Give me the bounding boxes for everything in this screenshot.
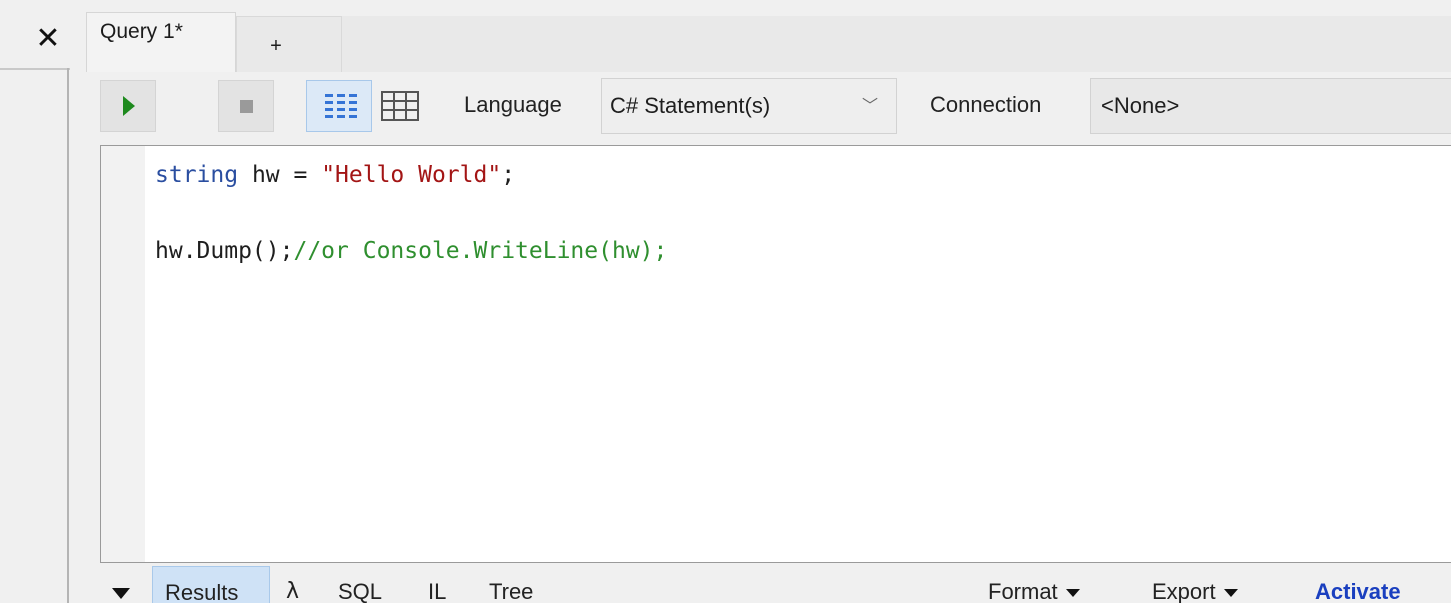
connection-value: <None>	[1101, 93, 1180, 118]
language-value: C# Statement(s)	[610, 93, 771, 118]
connection-dropdown[interactable]: <None>	[1090, 78, 1451, 134]
query-tab-strip: Query 1* +	[86, 12, 1451, 72]
tab-il[interactable]: IL	[428, 566, 446, 603]
code-line[interactable]	[155, 194, 667, 232]
code-line[interactable]: hw.Dump();//or Console.WriteLine(hw);	[155, 232, 667, 270]
tab-sql[interactable]: SQL	[338, 566, 382, 603]
results-rich-text-button[interactable]	[306, 80, 372, 132]
code-token: "Hello World"	[321, 162, 502, 188]
code-editor[interactable]: string hw = "Hello World"; hw.Dump();//or…	[100, 145, 1451, 563]
code-token: ;	[501, 162, 516, 188]
format-label: Format	[988, 579, 1058, 603]
export-menu[interactable]: Export	[1152, 566, 1238, 603]
code-token: hw.Dump();	[155, 238, 294, 264]
code-line[interactable]: string hw = "Hello World";	[155, 156, 667, 194]
tab-lambda[interactable]: λ	[286, 566, 299, 603]
dropdown-arrow-icon	[1065, 589, 1080, 598]
query-toolbar: Language C# Statement(s) ﹀ Connection <N…	[100, 78, 1451, 136]
results-bar: Results λ SQL IL Tree Format Export Acti…	[100, 566, 1451, 603]
code-token: string	[155, 162, 239, 188]
tab-query-1[interactable]: Query 1*	[86, 12, 236, 72]
connection-label: Connection	[930, 92, 1042, 117]
export-label: Export	[1152, 579, 1216, 603]
editor-gutter	[101, 146, 145, 562]
tab-results[interactable]: Results	[152, 566, 270, 603]
activate-link[interactable]: Activate	[1315, 566, 1401, 603]
stop-icon	[240, 100, 253, 113]
play-icon	[123, 96, 135, 116]
linqpad-window: ✕ Query 1* + Language C# Statement(s) ﹀ …	[0, 0, 1451, 603]
code-token: //or Console.WriteLine(hw);	[293, 238, 668, 264]
results-grid-icon[interactable]	[378, 84, 422, 128]
dropdown-arrow-icon	[1223, 589, 1238, 598]
divider	[0, 68, 70, 70]
chevron-down-icon: ﹀	[861, 96, 878, 115]
stop-button[interactable]	[218, 80, 274, 132]
tab-tree[interactable]: Tree	[489, 566, 533, 603]
code-text[interactable]: string hw = "Hello World"; hw.Dump();//or…	[155, 156, 667, 270]
code-token: hw =	[238, 162, 322, 188]
collapse-results-icon[interactable]	[112, 588, 130, 599]
rich-text-icon	[325, 94, 357, 118]
new-tab-button[interactable]: +	[236, 16, 342, 72]
language-dropdown[interactable]: C# Statement(s) ﹀	[601, 78, 897, 134]
format-menu[interactable]: Format	[988, 566, 1080, 603]
close-icon[interactable]: ✕	[34, 22, 62, 56]
tab-strip-background	[342, 16, 1451, 72]
run-button[interactable]	[100, 80, 156, 132]
splitter[interactable]	[67, 68, 69, 603]
language-label: Language	[464, 92, 562, 117]
left-pane: ✕	[0, 0, 70, 603]
